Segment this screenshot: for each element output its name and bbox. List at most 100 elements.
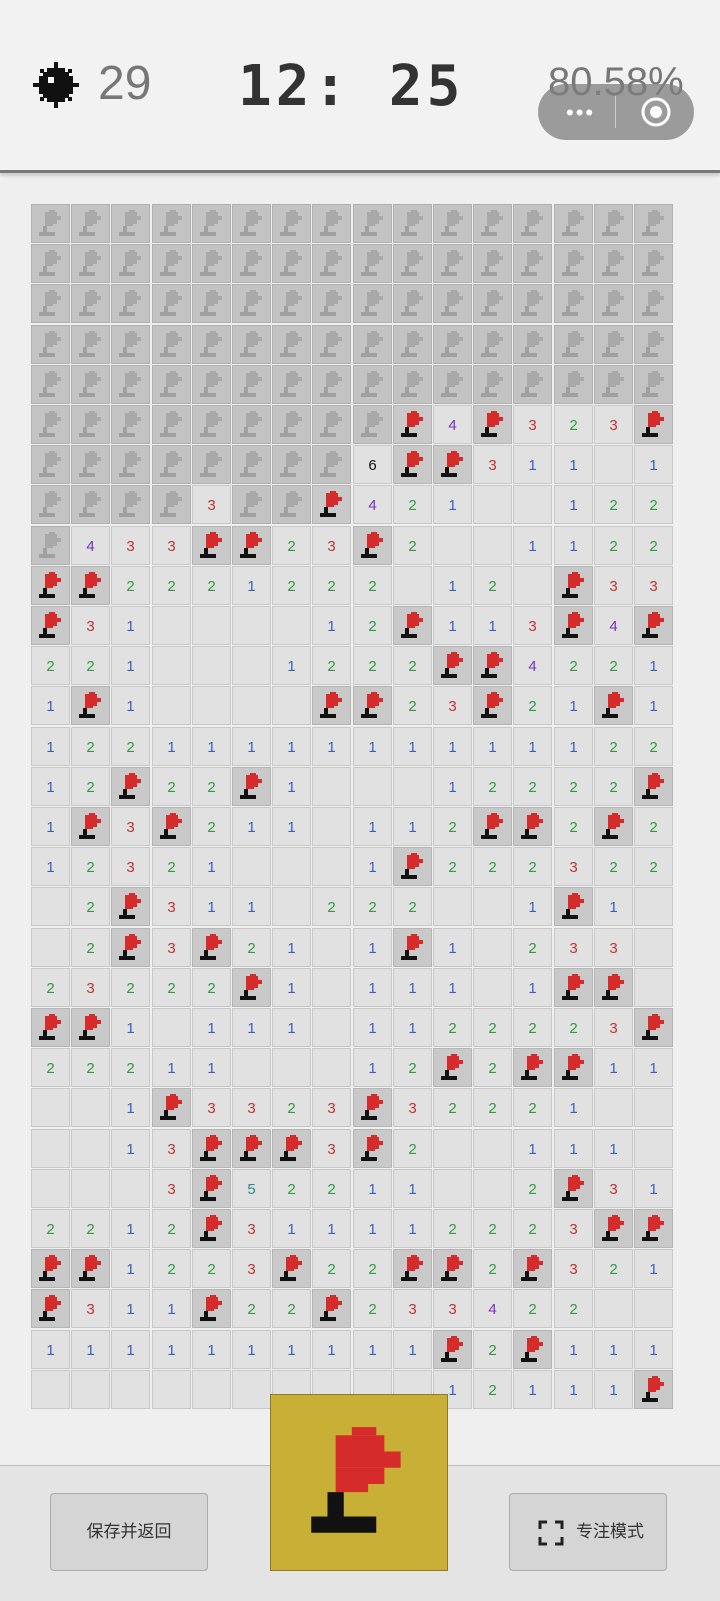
number-cell[interactable]: 1 — [594, 1330, 633, 1369]
number-cell[interactable]: 1 — [111, 686, 150, 725]
unrevealed-cell[interactable] — [393, 204, 432, 243]
empty-cell[interactable] — [594, 1289, 633, 1328]
number-cell[interactable]: 2 — [634, 727, 673, 766]
number-cell[interactable]: 3 — [312, 1088, 351, 1127]
empty-cell[interactable] — [31, 1169, 70, 1208]
number-cell[interactable]: 1 — [554, 526, 593, 565]
unrevealed-cell[interactable] — [312, 204, 351, 243]
number-cell[interactable]: 1 — [232, 727, 271, 766]
number-cell[interactable]: 2 — [513, 1088, 552, 1127]
flagged-cell[interactable] — [594, 1209, 633, 1248]
unrevealed-cell[interactable] — [272, 325, 311, 364]
flagged-cell[interactable] — [513, 1330, 552, 1369]
number-cell[interactable]: 3 — [393, 1088, 432, 1127]
empty-cell[interactable] — [312, 928, 351, 967]
unrevealed-cell[interactable] — [353, 405, 392, 444]
unrevealed-cell[interactable] — [272, 405, 311, 444]
number-cell[interactable]: 2 — [272, 1289, 311, 1328]
number-cell[interactable]: 2 — [594, 1249, 633, 1288]
number-cell[interactable]: 3 — [152, 1129, 191, 1168]
unrevealed-cell[interactable] — [111, 485, 150, 524]
number-cell[interactable]: 2 — [71, 727, 110, 766]
unrevealed-cell[interactable] — [232, 284, 271, 323]
number-cell[interactable]: 3 — [111, 526, 150, 565]
unrevealed-cell[interactable] — [594, 284, 633, 323]
unrevealed-cell[interactable] — [513, 365, 552, 404]
flagged-cell[interactable] — [353, 1129, 392, 1168]
number-cell[interactable]: 2 — [152, 566, 191, 605]
flagged-cell[interactable] — [473, 807, 512, 846]
empty-cell[interactable] — [272, 847, 311, 886]
empty-cell[interactable] — [473, 526, 512, 565]
flagged-cell[interactable] — [513, 1048, 552, 1087]
flagged-cell[interactable] — [312, 1289, 351, 1328]
flagged-cell[interactable] — [353, 1088, 392, 1127]
flagged-cell[interactable] — [513, 807, 552, 846]
unrevealed-cell[interactable] — [634, 244, 673, 283]
number-cell[interactable]: 1 — [192, 847, 231, 886]
number-cell[interactable]: 2 — [433, 1209, 472, 1248]
empty-cell[interactable] — [433, 887, 472, 926]
flagged-cell[interactable] — [433, 646, 472, 685]
number-cell[interactable]: 1 — [272, 928, 311, 967]
unrevealed-cell[interactable] — [152, 365, 191, 404]
number-cell[interactable]: 3 — [393, 1289, 432, 1328]
unrevealed-cell[interactable] — [312, 365, 351, 404]
unrevealed-cell[interactable] — [192, 244, 231, 283]
flagged-cell[interactable] — [111, 767, 150, 806]
number-cell[interactable]: 2 — [71, 847, 110, 886]
unrevealed-cell[interactable] — [272, 204, 311, 243]
number-cell[interactable]: 2 — [393, 526, 432, 565]
number-cell[interactable]: 1 — [111, 646, 150, 685]
unrevealed-cell[interactable] — [513, 244, 552, 283]
number-cell[interactable]: 3 — [594, 1008, 633, 1047]
unrevealed-cell[interactable] — [433, 284, 472, 323]
number-cell[interactable]: 2 — [393, 485, 432, 524]
number-cell[interactable]: 1 — [473, 727, 512, 766]
number-cell[interactable]: 1 — [554, 485, 593, 524]
flagged-cell[interactable] — [473, 686, 512, 725]
number-cell[interactable]: 2 — [634, 485, 673, 524]
flagged-cell[interactable] — [272, 1129, 311, 1168]
flagged-cell[interactable] — [393, 1249, 432, 1288]
number-cell[interactable]: 2 — [152, 767, 191, 806]
unrevealed-cell[interactable] — [433, 365, 472, 404]
unrevealed-cell[interactable] — [232, 325, 271, 364]
unrevealed-cell[interactable] — [634, 365, 673, 404]
empty-cell[interactable] — [594, 1088, 633, 1127]
empty-cell[interactable] — [513, 566, 552, 605]
unrevealed-cell[interactable] — [111, 244, 150, 283]
flagged-cell[interactable] — [152, 807, 191, 846]
number-cell[interactable]: 3 — [111, 807, 150, 846]
number-cell[interactable]: 1 — [513, 526, 552, 565]
number-cell[interactable]: 3 — [152, 928, 191, 967]
number-cell[interactable]: 1 — [111, 1129, 150, 1168]
number-cell[interactable]: 2 — [473, 1330, 512, 1369]
flagged-cell[interactable] — [393, 606, 432, 645]
number-cell[interactable]: 2 — [31, 1209, 70, 1248]
flagged-cell[interactable] — [433, 1249, 472, 1288]
number-cell[interactable]: 2 — [634, 807, 673, 846]
number-cell[interactable]: 1 — [232, 566, 271, 605]
flagged-cell[interactable] — [554, 606, 593, 645]
number-cell[interactable]: 3 — [513, 405, 552, 444]
unrevealed-cell[interactable] — [473, 244, 512, 283]
flagged-cell[interactable] — [232, 767, 271, 806]
empty-cell[interactable] — [634, 928, 673, 967]
number-cell[interactable]: 3 — [192, 485, 231, 524]
empty-cell[interactable] — [192, 1370, 231, 1409]
number-cell[interactable]: 3 — [554, 1249, 593, 1288]
number-cell[interactable]: 3 — [433, 686, 472, 725]
unrevealed-cell[interactable] — [192, 405, 231, 444]
empty-cell[interactable] — [152, 686, 191, 725]
number-cell[interactable]: 1 — [634, 445, 673, 484]
number-cell[interactable]: 1 — [31, 686, 70, 725]
number-cell[interactable]: 1 — [554, 686, 593, 725]
empty-cell[interactable] — [312, 807, 351, 846]
unrevealed-cell[interactable] — [554, 365, 593, 404]
flagged-cell[interactable] — [192, 928, 231, 967]
number-cell[interactable]: 1 — [192, 887, 231, 926]
unrevealed-cell[interactable] — [312, 405, 351, 444]
empty-cell[interactable] — [312, 767, 351, 806]
empty-cell[interactable] — [111, 1169, 150, 1208]
